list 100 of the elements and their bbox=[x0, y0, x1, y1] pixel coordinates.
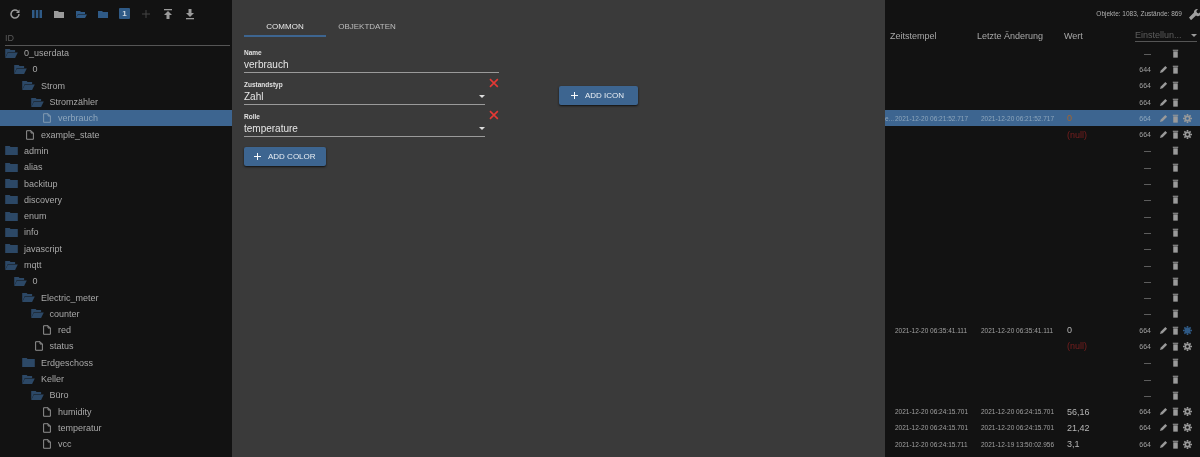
tree-item-label: Büro bbox=[49, 390, 69, 401]
wrench-icon[interactable] bbox=[1188, 7, 1200, 20]
tree-row[interactable]: enum bbox=[0, 207, 232, 225]
tree-row[interactable]: alias bbox=[0, 159, 232, 176]
tree-row[interactable]: vcc bbox=[0, 436, 232, 453]
value-cell: 0 bbox=[1067, 113, 1072, 124]
add-icon-button[interactable]: ADD ICON bbox=[559, 86, 639, 105]
delete-icon[interactable] bbox=[1171, 146, 1180, 156]
gear-icon[interactable] bbox=[1183, 342, 1192, 351]
edit-icon[interactable] bbox=[1159, 64, 1168, 74]
plus-icon bbox=[254, 153, 261, 160]
tree-row[interactable]: Erdgeschoss bbox=[0, 354, 232, 371]
tab[interactable]: OBJEKTDATEN bbox=[326, 17, 408, 37]
delete-icon[interactable] bbox=[1171, 64, 1180, 74]
tree-row[interactable]: Electric_meter bbox=[0, 289, 232, 306]
tree-row[interactable]: 0_userdata bbox=[0, 45, 232, 62]
delete-icon[interactable] bbox=[1171, 195, 1180, 205]
delete-icon[interactable] bbox=[1171, 260, 1180, 270]
gear-icon[interactable] bbox=[1183, 439, 1192, 449]
edit-icon[interactable] bbox=[1159, 439, 1168, 449]
download-icon[interactable] bbox=[184, 7, 196, 20]
edit-icon[interactable] bbox=[1159, 130, 1168, 140]
tree-item-label: vcc bbox=[58, 439, 72, 450]
tree-row[interactable]: status bbox=[0, 338, 232, 355]
delete-icon[interactable] bbox=[1171, 244, 1180, 254]
delete-icon[interactable] bbox=[1171, 162, 1180, 172]
delete-icon[interactable] bbox=[1171, 342, 1180, 351]
tree-item-label: 0 bbox=[32, 64, 38, 75]
delete-icon[interactable] bbox=[1171, 423, 1180, 433]
edit-icon[interactable] bbox=[1159, 407, 1168, 417]
caret-icon[interactable] bbox=[479, 127, 486, 130]
delete-icon[interactable] bbox=[1171, 48, 1180, 58]
columns-icon[interactable] bbox=[31, 7, 43, 20]
edit-icon[interactable] bbox=[1159, 97, 1168, 107]
clear-icon[interactable] bbox=[489, 110, 499, 120]
column-header[interactable]: Wert bbox=[1064, 31, 1135, 41]
tree-row[interactable]: 0 bbox=[0, 61, 232, 78]
edit-icon[interactable] bbox=[1159, 325, 1168, 335]
column-header[interactable]: Letzte Änderung bbox=[977, 31, 1064, 41]
tree-row[interactable]: discovery bbox=[0, 191, 232, 208]
refresh-icon[interactable] bbox=[9, 7, 21, 20]
caret-icon[interactable] bbox=[1191, 33, 1197, 37]
delete-icon[interactable] bbox=[1171, 358, 1180, 368]
file-icon bbox=[26, 129, 34, 140]
tree-row[interactable]: humidity bbox=[0, 403, 232, 420]
value-cell: (null) bbox=[1067, 341, 1087, 352]
delete-icon[interactable] bbox=[1171, 293, 1180, 303]
gear-icon[interactable] bbox=[1183, 423, 1192, 433]
tree-item-label: javascript bbox=[24, 243, 62, 254]
file-icon bbox=[43, 113, 51, 124]
delete-icon[interactable] bbox=[1171, 407, 1180, 417]
tree-row[interactable]: Stromzähler bbox=[0, 93, 232, 111]
tree-row[interactable]: red bbox=[0, 322, 232, 339]
tree-item-label: info bbox=[24, 227, 39, 238]
delete-icon[interactable] bbox=[1171, 179, 1180, 188]
delete-icon[interactable] bbox=[1171, 309, 1180, 319]
tree-item-label: Erdgeschoss bbox=[41, 357, 94, 368]
caret-icon[interactable] bbox=[479, 95, 486, 98]
tree-row[interactable]: info bbox=[0, 224, 232, 241]
tree-item-label: Keller bbox=[41, 374, 64, 385]
tree-row[interactable]: Büro bbox=[0, 387, 232, 404]
tree-row[interactable]: example_state bbox=[0, 126, 232, 143]
file-icon bbox=[43, 406, 51, 417]
tree-row[interactable]: Keller bbox=[0, 370, 232, 388]
tree-row[interactable]: javascript bbox=[0, 240, 232, 257]
delete-icon[interactable] bbox=[1171, 97, 1180, 107]
delete-icon[interactable] bbox=[1171, 211, 1180, 221]
column-header[interactable]: Zeitstempel bbox=[885, 31, 977, 41]
tree-item-label: Stromzähler bbox=[49, 97, 98, 108]
tree-row[interactable]: admin bbox=[0, 142, 232, 160]
delete-icon[interactable] bbox=[1171, 374, 1180, 384]
gear-icon[interactable] bbox=[1183, 130, 1192, 140]
select-field[interactable]: Zahl bbox=[244, 88, 486, 105]
clear-icon[interactable] bbox=[489, 78, 499, 88]
name-field[interactable]: verbrauch bbox=[244, 56, 499, 73]
delete-icon[interactable] bbox=[1171, 325, 1180, 335]
tab[interactable]: COMMON bbox=[244, 17, 326, 37]
delete-icon[interactable] bbox=[1171, 130, 1180, 140]
tree-row[interactable]: Strom bbox=[0, 77, 232, 94]
tree-row[interactable]: mqtt bbox=[0, 256, 232, 274]
tree-row[interactable]: 0 bbox=[0, 273, 232, 290]
gear-icon[interactable] bbox=[1183, 407, 1192, 417]
level-badge[interactable]: 1 bbox=[119, 8, 130, 19]
select-field[interactable]: temperature bbox=[244, 120, 486, 137]
upload-icon[interactable] bbox=[162, 7, 174, 20]
id-filter-field[interactable]: ID bbox=[5, 31, 230, 46]
delete-icon[interactable] bbox=[1171, 81, 1180, 91]
tree-row[interactable]: backitup bbox=[0, 175, 232, 192]
delete-icon[interactable] bbox=[1171, 276, 1180, 286]
tree-row[interactable]: temperatur bbox=[0, 419, 232, 437]
delete-icon[interactable] bbox=[1171, 439, 1180, 449]
edit-icon[interactable] bbox=[1159, 81, 1168, 91]
tree-item-label: temperatur bbox=[58, 422, 102, 433]
delete-icon[interactable] bbox=[1171, 227, 1180, 237]
tree-row[interactable]: counter bbox=[0, 305, 232, 323]
delete-icon[interactable] bbox=[1171, 390, 1180, 400]
edit-icon[interactable] bbox=[1159, 342, 1168, 351]
edit-icon[interactable] bbox=[1159, 423, 1168, 433]
tree-item-label: alias bbox=[24, 162, 43, 173]
add-color-button[interactable]: ADD COLOR bbox=[244, 147, 326, 166]
